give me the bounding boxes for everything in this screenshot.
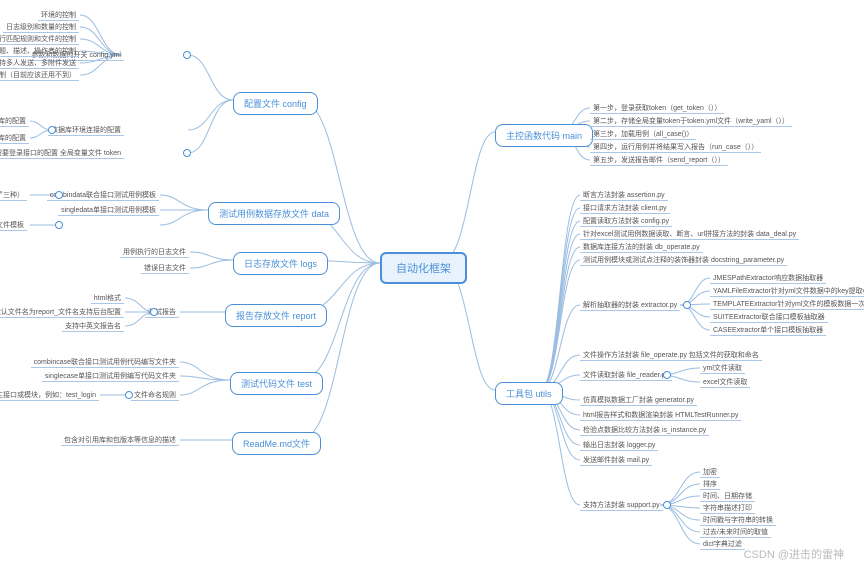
- leaf: 文件读取封装 file_reader.py: [580, 370, 672, 381]
- leaf: 时间、日期存储: [700, 491, 755, 502]
- collapse-dot[interactable]: [663, 501, 671, 509]
- collapse-dot[interactable]: [150, 308, 158, 316]
- leaf: combindata联合接口测试用例模板: [47, 190, 159, 201]
- leaf: 测试用例模块或测试点注释的装饰器封装 docstring_parameter.p…: [580, 255, 787, 266]
- leaf: excel文件读取: [700, 377, 750, 388]
- collapse-dot[interactable]: [55, 191, 63, 199]
- collapse-dot[interactable]: [183, 149, 191, 157]
- leaf: combincase联合接口测试用例代码编写文件夹: [31, 357, 179, 368]
- leaf: 日志级别和数量的控制: [3, 22, 79, 33]
- leaf: 用例执行的日志文件: [120, 247, 189, 258]
- leaf: 文件命名规则: [131, 390, 179, 401]
- leaf: 检验点数据比较方法封装 is_instance.py: [580, 425, 709, 436]
- leaf: 断言方法封装 assertion.py: [580, 190, 668, 201]
- leaf: TEMPLATEExtractor针对yml文件的模板数据一次性抽取器: [710, 299, 864, 310]
- leaf: 字符串描述打印: [700, 503, 755, 514]
- leaf: 时间戳与字符串的转换: [700, 515, 776, 526]
- leaf: 用于需要登录接口的配置 全局变量文件 token: [0, 148, 124, 159]
- watermark: CSDN @进击的雷神: [744, 546, 844, 562]
- leaf: redis数据库的配置: [0, 133, 29, 144]
- collapse-dot[interactable]: [683, 301, 691, 309]
- leaf: 过去/未来时间的取值: [700, 527, 771, 538]
- leaf: singlecase单接口测试用例编写代码文件夹: [42, 371, 179, 382]
- leaf: 文件操作方法封装 file_operate.py 包括文件的获取和命名: [580, 350, 762, 361]
- leaf: dict字典过滤: [700, 539, 745, 550]
- leaf: 解析抽取器的封装 extractor.py: [580, 300, 680, 311]
- collapse-dot[interactable]: [55, 221, 63, 229]
- collapse-dot[interactable]: [663, 371, 671, 379]
- leaf: 数据库连接方法的封装 db_operate.py: [580, 242, 703, 253]
- root-node[interactable]: 自动化框架: [380, 252, 467, 284]
- leaf: 支持方法封装 support.py: [580, 500, 663, 511]
- leaf: 支持中英文报告名: [62, 321, 124, 332]
- collapse-dot[interactable]: [48, 126, 56, 134]
- leaf: 发送邮件封装 mail.py: [580, 455, 652, 466]
- leaf: 加密: [700, 467, 720, 478]
- leaf: 配置读取方法封装 config.py: [580, 216, 672, 227]
- leaf: socket接口的控制（目前应该还用不到）: [0, 70, 79, 81]
- leaf: 包含对引用库和包版本等信息的描述: [61, 435, 179, 446]
- leaf: 第五步，发送报告邮件（send_report（））: [590, 155, 728, 166]
- branch-main[interactable]: 主控函数代码 main: [495, 124, 593, 147]
- leaf: 环境的控制: [38, 10, 79, 21]
- leaf: 用例执行匹配规则和文件的控制: [0, 34, 79, 45]
- leaf: YAMLFileExtractor针对yml文件数据中的key提取value的抽…: [710, 286, 864, 297]
- leaf: excel文件模板: [0, 220, 27, 231]
- leaf: mysql数据库的配置: [0, 116, 29, 127]
- branch-config[interactable]: 配置文件 config: [233, 92, 318, 115]
- leaf: 第二步，存储全局变量token于token.yml文件（write_yaml（）…: [590, 116, 792, 127]
- leaf: 第三步，加载用例（all_case()）: [590, 129, 696, 140]
- branch-report[interactable]: 报告存放文件 report: [225, 304, 327, 327]
- branch-test[interactable]: 测试代码文件 test: [230, 372, 323, 395]
- leaf: 错误日志文件: [141, 263, 189, 274]
- leaf: html格式: [91, 293, 124, 304]
- branch-readme[interactable]: ReadMe.md文件: [232, 432, 321, 455]
- leaf: yml文件模板（提供了三种）: [0, 190, 27, 201]
- branch-logs[interactable]: 日志存放文件 logs: [233, 252, 328, 275]
- branch-data[interactable]: 测试用例数据存放文件 data: [208, 202, 340, 225]
- leaf: 第一步，登录获取token（get_token（））: [590, 103, 724, 114]
- leaf: 排序: [700, 479, 720, 490]
- leaf: singledata单接口测试用例模板: [58, 205, 159, 216]
- leaf: JMESPathExtractor响应数据抽取器: [710, 273, 826, 284]
- leaf: html报告样式和数据渲染封装 HTMLTestRunner.py: [580, 410, 741, 421]
- leaf: 仿真模拟数据工厂封装 generator.py: [580, 395, 697, 406]
- branch-utils[interactable]: 工具包 utils: [495, 382, 563, 405]
- connector-lines: [0, 0, 864, 570]
- collapse-dot[interactable]: [125, 391, 133, 399]
- leaf: 邮件发送的控制、支持多人发送、多附件发送: [0, 58, 79, 69]
- leaf: CASEExtractor单个接口模板抽取器: [710, 325, 826, 336]
- leaf: 数据库环境连接的配置: [48, 125, 124, 136]
- leaf: SUITEExtractor联合接口模板抽取器: [710, 312, 828, 323]
- leaf: 报告颗粒度、标题、描述、操作者的控制: [0, 46, 79, 57]
- leaf: 输出日志封装 logger.py: [580, 440, 658, 451]
- leaf: 第四步，运行用例并将结果写入报告（run_case（））: [590, 142, 761, 153]
- leaf: 针对excel测试用例数据读取、断言、url拼接方法的封装 data_deal.…: [580, 229, 799, 240]
- leaf: 文件命名以test_开头后加主接口或模块，例如：test_login: [0, 390, 99, 401]
- leaf: yml文件读取: [700, 363, 745, 374]
- leaf: 默认文件名为report_文件名支持后台配置: [0, 307, 124, 318]
- leaf: 接口请求方法封装 client.py: [580, 203, 670, 214]
- collapse-dot[interactable]: [183, 51, 191, 59]
